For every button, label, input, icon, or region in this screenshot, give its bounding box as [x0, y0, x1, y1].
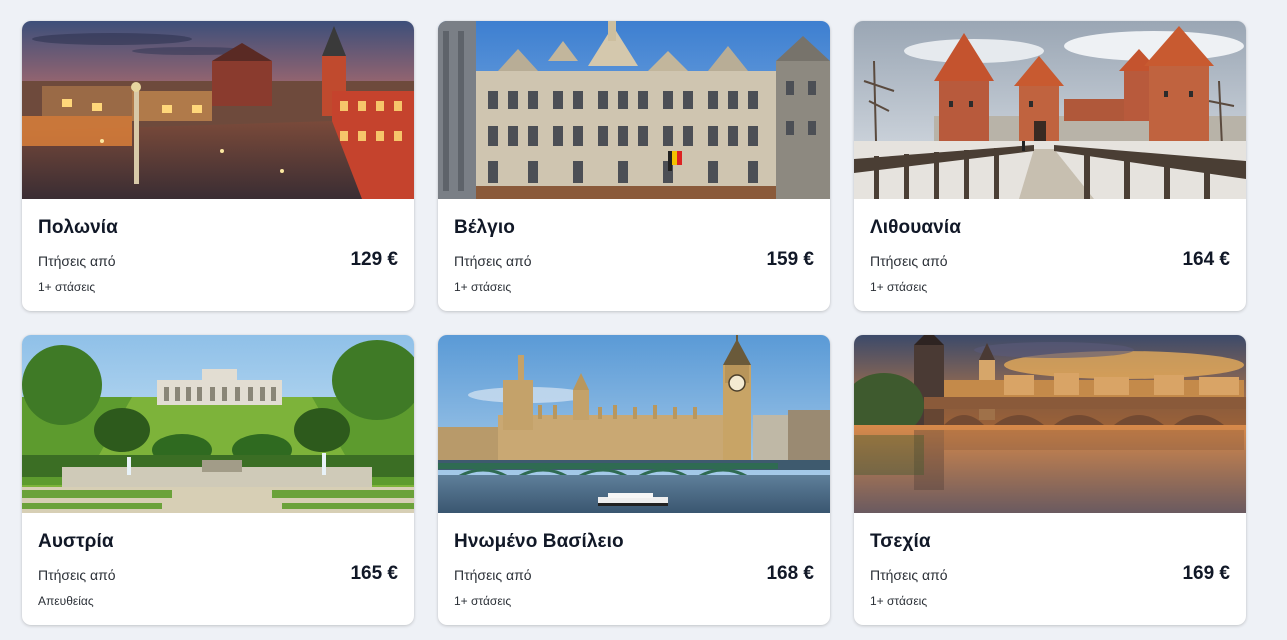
- destination-price: 164 €: [1182, 249, 1230, 270]
- stops-label: Απευθείας: [38, 594, 94, 608]
- stops-label: 1+ στάσεις: [870, 594, 928, 608]
- flights-from-label: Πτήσεις από: [454, 567, 532, 583]
- destination-price: 129 €: [350, 249, 398, 270]
- stops-label: 1+ στάσεις: [38, 280, 96, 294]
- destination-card-lithuania[interactable]: Λιθουανία Πτήσεις από 164 € 1+ στάσεις: [854, 21, 1246, 311]
- destination-photo-lithuania: [854, 21, 1246, 199]
- destination-price: 159 €: [766, 249, 814, 270]
- destination-name: Πολωνία: [38, 217, 118, 238]
- flights-from-label: Πτήσεις από: [38, 253, 116, 269]
- destination-card-austria[interactable]: Αυστρία Πτήσεις από 165 € Απευθείας: [22, 335, 414, 625]
- destination-card-czechia[interactable]: Τσεχία Πτήσεις από 169 € 1+ στάσεις: [854, 335, 1246, 625]
- flights-from-label: Πτήσεις από: [870, 253, 948, 269]
- destination-photo-czechia: [854, 335, 1246, 513]
- destination-name: Βέλγιο: [454, 217, 515, 238]
- destination-card-united-kingdom[interactable]: Ηνωμένο Βασίλειο Πτήσεις από 168 € 1+ στ…: [438, 335, 830, 625]
- destination-price: 168 €: [766, 563, 814, 584]
- destination-price: 165 €: [350, 563, 398, 584]
- destination-photo-united-kingdom: [438, 335, 830, 513]
- destination-name: Αυστρία: [38, 531, 114, 552]
- stops-label: 1+ στάσεις: [454, 594, 512, 608]
- destination-name: Λιθουανία: [870, 217, 961, 238]
- destination-card-poland[interactable]: Πολωνία Πτήσεις από 129 € 1+ στάσεις: [22, 21, 414, 311]
- stops-label: 1+ στάσεις: [870, 280, 928, 294]
- flights-from-label: Πτήσεις από: [454, 253, 532, 269]
- stops-label: 1+ στάσεις: [454, 280, 512, 294]
- destination-photo-austria: [22, 335, 414, 513]
- destination-photo-poland: [22, 21, 414, 199]
- destination-name: Ηνωμένο Βασίλειο: [454, 531, 624, 552]
- destination-name: Τσεχία: [870, 531, 931, 552]
- flights-from-label: Πτήσεις από: [870, 567, 948, 583]
- flights-from-label: Πτήσεις από: [38, 567, 116, 583]
- destination-card-belgium[interactable]: Βέλγιο Πτήσεις από 159 € 1+ στάσεις: [438, 21, 830, 311]
- destination-price: 169 €: [1182, 563, 1230, 584]
- destination-photo-belgium: [438, 21, 830, 199]
